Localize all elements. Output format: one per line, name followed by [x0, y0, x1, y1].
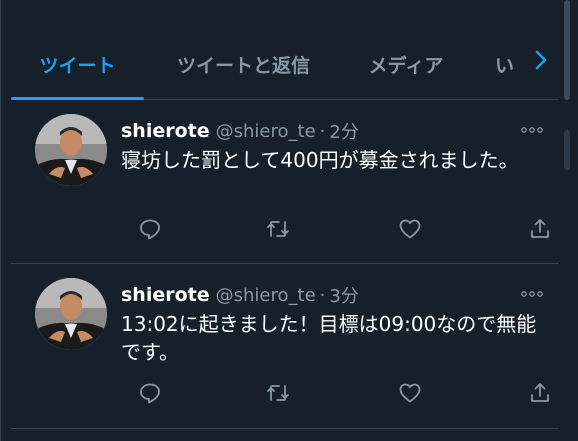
tweet-actions — [121, 214, 553, 244]
tweet-actions — [121, 378, 553, 408]
tweet-header: shierote @shiero_te · 2分 — [121, 118, 359, 144]
profile-timeline: ツイート ツイートと返信 メディア い shierote @shiero_te — [0, 0, 578, 441]
user-handle[interactable]: @shiero_te — [216, 121, 316, 142]
tweet-text: 13:02に起きました！目標は09:00なので無能です。 — [121, 312, 537, 364]
scrollbar[interactable] — [564, 0, 570, 100]
chevron-right-icon[interactable] — [529, 40, 553, 80]
tweet-text: 寝坊した罰として400円が募金されました。 — [121, 148, 519, 172]
timestamp[interactable]: 2分 — [329, 118, 358, 144]
more-options-icon[interactable] — [517, 284, 547, 304]
tab-likes[interactable]: い — [481, 28, 531, 100]
reply-icon[interactable] — [135, 214, 165, 244]
reply-icon[interactable] — [135, 378, 165, 408]
share-icon[interactable] — [525, 378, 555, 408]
display-name[interactable]: shierote — [121, 120, 210, 142]
like-icon[interactable] — [395, 378, 425, 408]
user-handle[interactable]: @shiero_te — [216, 285, 316, 306]
tweet-header: shierote @shiero_te · 3分 — [121, 282, 359, 308]
separator: · — [319, 284, 326, 306]
more-options-icon[interactable] — [517, 120, 547, 140]
avatar[interactable] — [35, 114, 107, 186]
timestamp[interactable]: 3分 — [329, 282, 358, 308]
tab-tweets-and-replies[interactable]: ツイートと返信 — [156, 28, 331, 100]
tweet[interactable]: shierote @shiero_te · 3分 13:02に起きました！目標は… — [11, 264, 559, 429]
scrollbar-track-segment — [564, 130, 570, 170]
like-icon[interactable] — [395, 214, 425, 244]
profile-tabs: ツイート ツイートと返信 メディア い — [11, 28, 559, 100]
avatar[interactable] — [35, 278, 107, 350]
retweet-icon[interactable] — [263, 378, 293, 408]
tab-tweets[interactable]: ツイート — [11, 28, 144, 100]
separator: · — [319, 120, 326, 142]
tab-media[interactable]: メディア — [351, 28, 461, 100]
display-name[interactable]: shierote — [121, 284, 210, 306]
share-icon[interactable] — [525, 214, 555, 244]
retweet-icon[interactable] — [263, 214, 293, 244]
tweet[interactable]: shierote @shiero_te · 2分 寝坊した罰として400円が募金… — [11, 100, 559, 264]
